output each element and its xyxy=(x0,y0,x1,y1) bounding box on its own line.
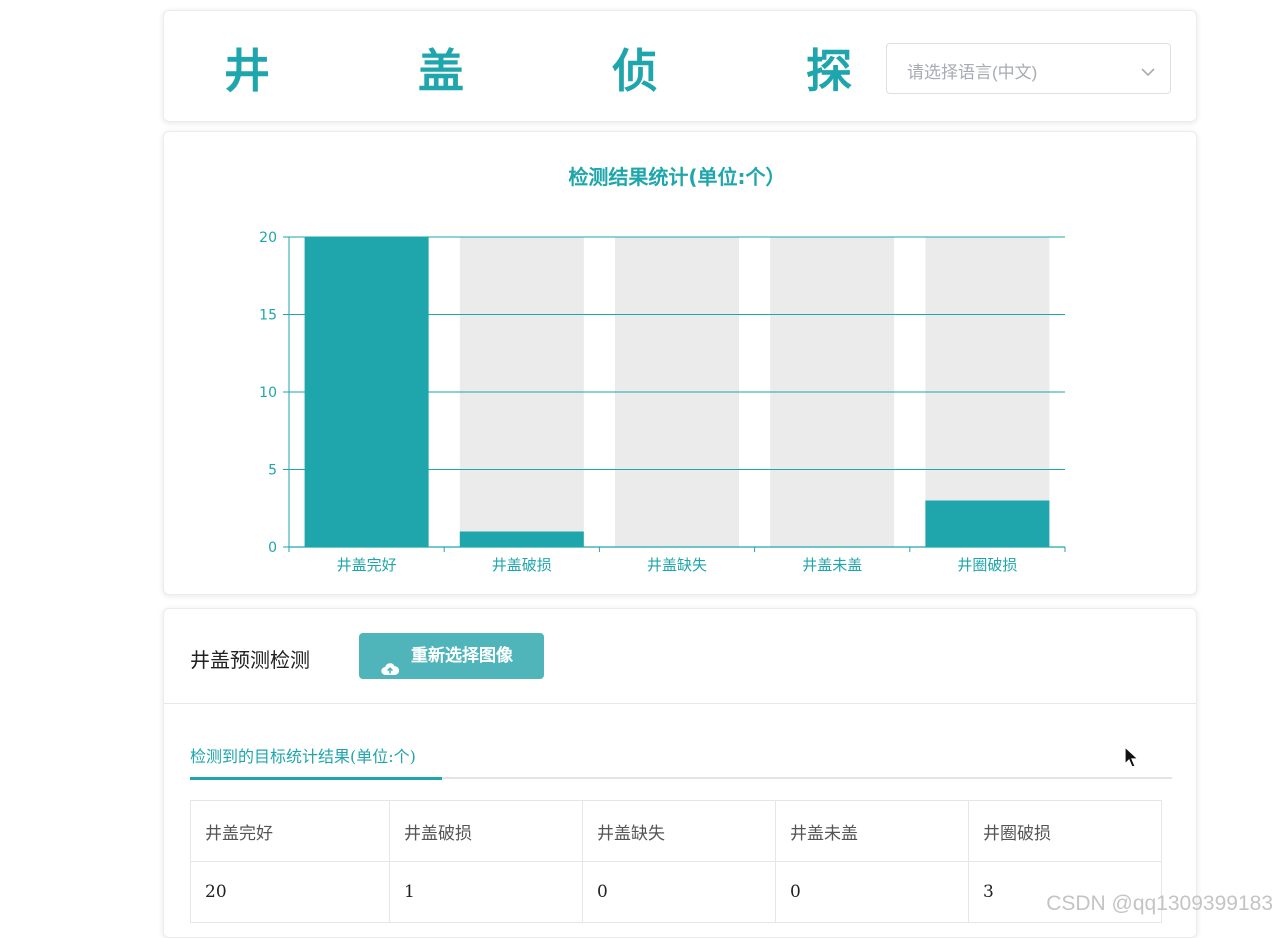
tab-detection-results[interactable]: 检测到的目标统计结果(单位:个) xyxy=(190,743,416,767)
x-tick-label: 井盖破损 xyxy=(492,556,552,574)
detect-title: 井盖预测检测 xyxy=(190,648,310,672)
detect-card: 井盖预测检测 重新选择图像 检测到的目标统计结果(单位:个) 井盖完好 井盖破损… xyxy=(163,608,1197,938)
y-tick-label: 10 xyxy=(259,385,277,401)
y-tick-label: 0 xyxy=(268,540,277,556)
header-card: 井 盖 侦 探 请选择语言(中文) xyxy=(163,10,1197,122)
x-tick-label: 井盖未盖 xyxy=(802,556,862,574)
table-cell: 0 xyxy=(582,861,776,923)
chart-bar xyxy=(304,237,429,547)
chart-bar xyxy=(925,500,1050,547)
watermark: CSDN @qq1309399183 xyxy=(1046,892,1273,915)
table-row: 20 1 0 0 3 xyxy=(190,861,1162,923)
reselect-image-button[interactable]: 重新选择图像 xyxy=(359,633,544,679)
table-header-cell: 井盖未盖 xyxy=(775,800,969,862)
chart-card: 检测结果统计(单位:个） 0 5 10 15 20 井盖完好 井盖破损 井盖缺失 井盖未盖 井圈破损 xyxy=(163,131,1197,595)
x-tick-label: 井盖缺失 xyxy=(647,556,707,574)
table-cell: 1 xyxy=(389,861,583,923)
table-cell: 0 xyxy=(775,861,969,923)
table-header-cell: 井盖缺失 xyxy=(582,800,776,862)
bar-chart: 检测结果统计(单位:个） 0 5 10 15 20 井盖完好 井盖破损 井盖缺失 井盖未盖 井圈破损 xyxy=(259,165,1066,574)
x-tick-label: 井盖完好 xyxy=(337,556,397,574)
table-header-cell: 井盖完好 xyxy=(190,800,390,862)
app-title: 井 盖 侦 探 xyxy=(224,44,919,98)
results-table: 井盖完好 井盖破损 井盖缺失 井盖未盖 井圈破损 20 1 0 0 3 xyxy=(190,800,1162,923)
section-divider xyxy=(164,703,1196,704)
y-tick-label: 5 xyxy=(268,463,277,479)
tab-active-indicator xyxy=(190,777,442,780)
language-select[interactable]: 请选择语言(中文) xyxy=(886,43,1171,94)
chart-title: 检测结果统计(单位:个） xyxy=(568,165,785,189)
table-header-cell: 井圈破损 xyxy=(968,800,1162,862)
chevron-down-icon xyxy=(1140,62,1156,81)
table-header-row: 井盖完好 井盖破损 井盖缺失 井盖未盖 井圈破损 xyxy=(190,800,1162,862)
language-select-placeholder: 请选择语言(中文) xyxy=(907,63,1038,82)
table-cell: 20 xyxy=(190,861,390,923)
cloud-upload-icon xyxy=(381,648,400,694)
y-tick-label: 15 xyxy=(259,308,277,324)
mouse-cursor-icon xyxy=(1124,745,1140,774)
y-tick-label: 20 xyxy=(259,230,277,246)
table-header-cell: 井盖破损 xyxy=(389,800,583,862)
chart-bar xyxy=(459,531,584,547)
x-tick-label: 井圈破损 xyxy=(957,556,1017,574)
reselect-image-label: 重新选择图像 xyxy=(411,646,513,666)
